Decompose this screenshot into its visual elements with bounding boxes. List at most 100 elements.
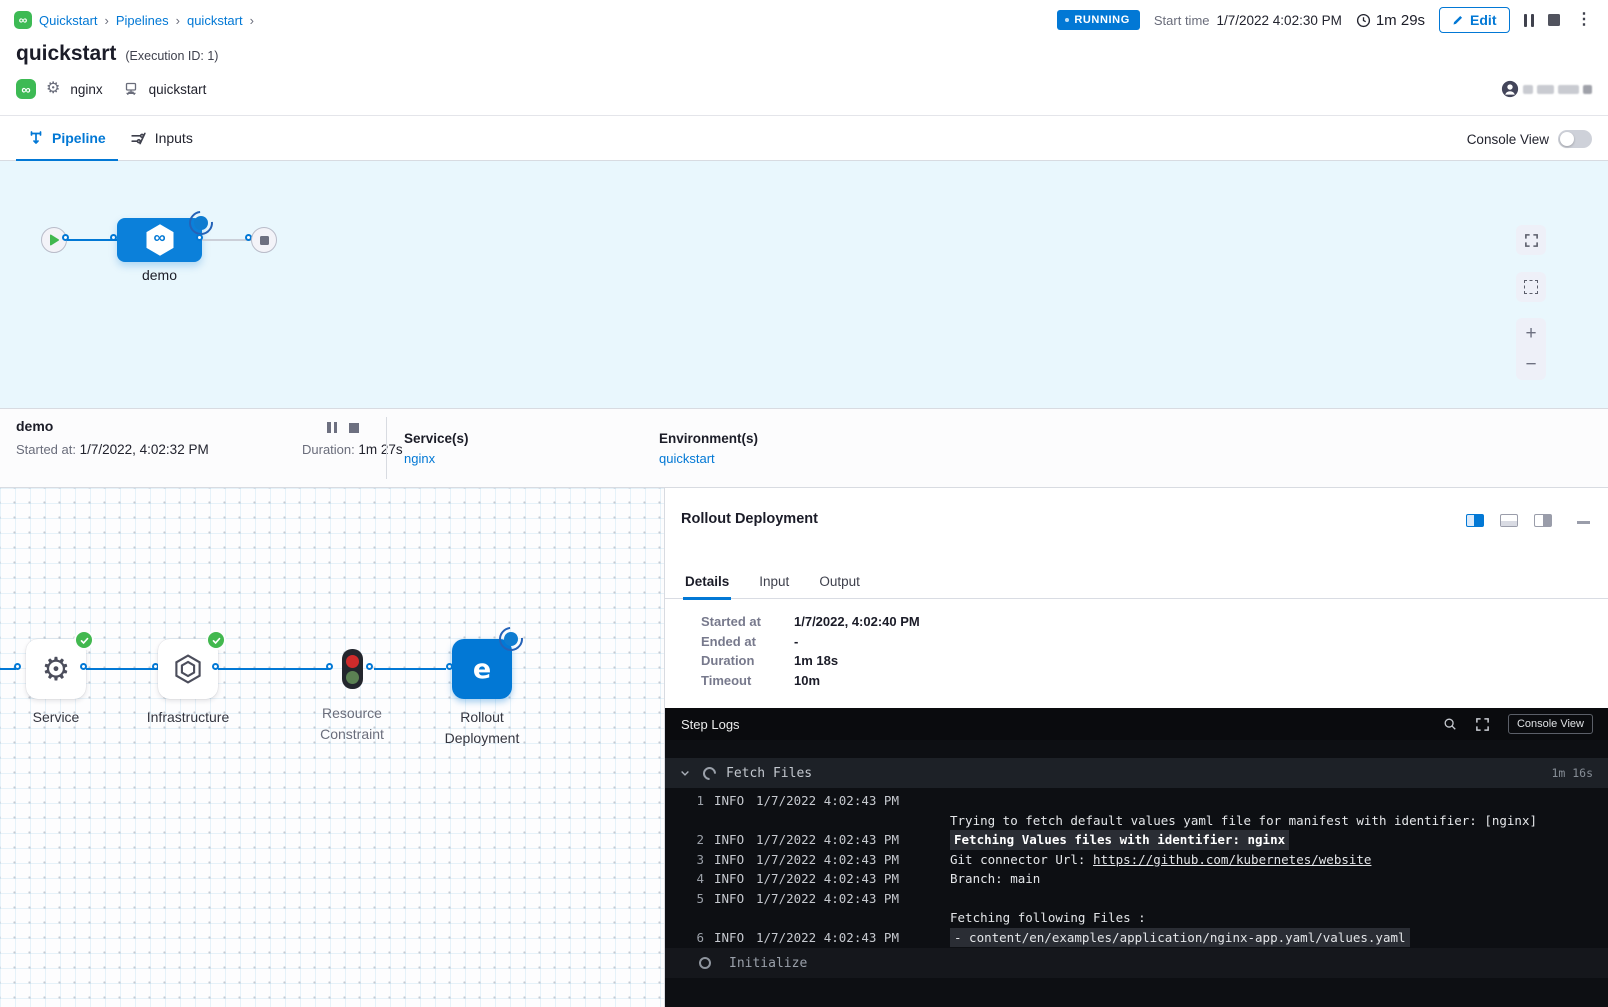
status-badge: RUNNING: [1057, 10, 1140, 30]
environment-icon: [123, 81, 139, 97]
breadcrumb-link-quickstart[interactable]: Quickstart: [39, 13, 98, 28]
step-details-list: Started at 1/7/2022, 4:02:40 PM Ended at…: [701, 612, 920, 690]
stop-execution-icon[interactable]: [1548, 14, 1560, 26]
status-dot-icon: [1065, 18, 1069, 22]
elapsed-time: 1m 29s: [1356, 12, 1425, 29]
section-duration: 1m 16s: [1551, 766, 1593, 780]
log-line: Trying to fetch default values yaml file…: [665, 811, 1608, 831]
log-line: 3INFO1/7/2022 4:02:43 PMGit connector Ur…: [665, 850, 1608, 870]
log-section-fetch-files[interactable]: Fetch Files 1m 16s: [665, 758, 1608, 788]
pause-execution-icon[interactable]: [1524, 14, 1535, 27]
stage-label: demo: [97, 267, 222, 283]
environment-link[interactable]: quickstart: [659, 451, 758, 466]
step-label-resource-constraint: Resource Constraint: [292, 703, 412, 745]
step-node-service[interactable]: ⚙: [26, 639, 86, 699]
stage-started-at: Started at: 1/7/2022, 4:02:32 PM: [16, 442, 209, 457]
edit-button[interactable]: Edit: [1439, 7, 1509, 33]
zoom-in-button[interactable]: +: [1525, 324, 1536, 343]
hexagon-icon: [171, 652, 205, 686]
layout-bottom-panel-icon[interactable]: [1500, 514, 1518, 527]
redacted-text: [1558, 85, 1579, 94]
fullscreen-icon: [1524, 233, 1539, 248]
breadcrumb: ∞ Quickstart › Pipelines › quickstart ›: [14, 11, 254, 29]
search-icon[interactable]: [1443, 717, 1457, 731]
panel-layout-controls: [1466, 514, 1552, 527]
edge-port: [14, 663, 21, 670]
tab-pipeline[interactable]: Pipeline: [16, 115, 118, 161]
step-label-service: Service: [0, 707, 116, 728]
tab-details[interactable]: Details: [685, 564, 729, 599]
pipeline-end-node[interactable]: [251, 227, 277, 253]
edge: [374, 668, 446, 670]
log-console[interactable]: Fetch Files 1m 16s 1INFO1/7/2022 4:02:43…: [665, 740, 1608, 1007]
traffic-light-green-icon: [346, 671, 359, 684]
tab-output[interactable]: Output: [819, 564, 860, 599]
breadcrumb-separator: ›: [176, 13, 180, 28]
stage-pause-icon[interactable]: [327, 422, 337, 433]
detail-row: Timeout 10m: [701, 671, 920, 691]
success-check-icon: [76, 632, 92, 648]
execution-id: (Execution ID: 1): [125, 49, 218, 63]
service-link[interactable]: nginx: [404, 451, 469, 466]
log-section-initialize[interactable]: Initialize: [665, 948, 1608, 978]
redacted-text: [1523, 85, 1533, 94]
marquee-icon: [1524, 280, 1538, 294]
log-line: 2INFO1/7/2022 4:02:43 PMFetching Values …: [665, 830, 1608, 850]
tab-input[interactable]: Input: [759, 564, 789, 599]
view-tab-bar: Pipeline Inputs Console View: [0, 115, 1608, 161]
step-logs-bar: Step Logs Console View: [665, 708, 1608, 740]
redacted-text: [1583, 85, 1592, 94]
log-line: 4INFO1/7/2022 4:02:43 PMBranch: main: [665, 869, 1608, 889]
zoom-out-button[interactable]: −: [1525, 355, 1536, 374]
switch-knob: [1560, 132, 1574, 146]
services-column: Service(s) nginx: [404, 431, 469, 466]
step-node-infrastructure[interactable]: [158, 639, 218, 699]
execution-graph-canvas[interactable]: ⚙ e Service Infrastructure Re: [0, 488, 664, 1007]
active-tab-underline: [683, 597, 731, 600]
avatar-icon: [1501, 80, 1519, 98]
detail-row: Ended at -: [701, 632, 920, 652]
edge: [86, 668, 158, 670]
edge-port: [110, 234, 117, 241]
layout-split-right-icon[interactable]: [1466, 514, 1484, 527]
step-running-spinner-icon: [504, 632, 518, 646]
pencil-icon: [1452, 14, 1464, 26]
title-row: quickstart (Execution ID: 1): [16, 42, 218, 66]
edge-port: [326, 663, 333, 670]
edge: [218, 668, 330, 670]
cd-module-icon: ∞: [16, 79, 36, 99]
tag-row: ∞ ⚙ nginx quickstart: [16, 78, 216, 100]
rollout-icon: e: [473, 654, 491, 685]
git-connector-link[interactable]: https://github.com/kubernetes/website: [1093, 852, 1371, 867]
stage-stop-icon[interactable]: [349, 423, 359, 433]
pipeline-icon: [28, 130, 44, 146]
detail-row: Duration 1m 18s: [701, 651, 920, 671]
breadcrumb-link-pipeline-name[interactable]: quickstart: [187, 13, 243, 28]
section-pending-circle-icon: [699, 957, 711, 969]
pipeline-graph-canvas[interactable]: ∞ demo + −: [0, 161, 1608, 408]
edge-port: [196, 234, 203, 241]
console-view-label: Console View: [1467, 132, 1549, 147]
console-view-switch[interactable]: [1558, 130, 1592, 148]
edge-port: [366, 663, 373, 670]
expand-logs-icon[interactable]: [1475, 717, 1490, 732]
tab-inputs[interactable]: Inputs: [118, 115, 205, 161]
start-time-value: 1/7/2022 4:02:30 PM: [1217, 13, 1342, 28]
execution-detail-area: ⚙ e Service Infrastructure Re: [0, 488, 1608, 1007]
minimize-panel-icon[interactable]: [1577, 521, 1590, 524]
step-node-resource-constraint[interactable]: [342, 649, 363, 689]
stage-summary-bar: demo Started at: 1/7/2022, 4:02:32 PM Du…: [0, 408, 1608, 488]
environments-column: Environment(s) quickstart: [659, 431, 758, 466]
zoom-controls: + −: [1516, 318, 1546, 380]
environment-tag: quickstart: [149, 82, 207, 97]
success-check-icon: [208, 632, 224, 648]
breadcrumb-link-pipelines[interactable]: Pipelines: [116, 13, 169, 28]
fit-to-screen-button[interactable]: [1516, 225, 1546, 255]
console-view-button[interactable]: Console View: [1508, 714, 1593, 734]
step-panel-tabs: Details Input Output: [665, 564, 1608, 599]
layout-right-panel-icon[interactable]: [1534, 514, 1552, 527]
marquee-select-button[interactable]: [1516, 272, 1546, 302]
stop-square-icon: [260, 236, 269, 245]
step-label-infrastructure: Infrastructure: [128, 707, 248, 728]
kebab-menu-icon[interactable]: ⋮: [1574, 12, 1594, 28]
